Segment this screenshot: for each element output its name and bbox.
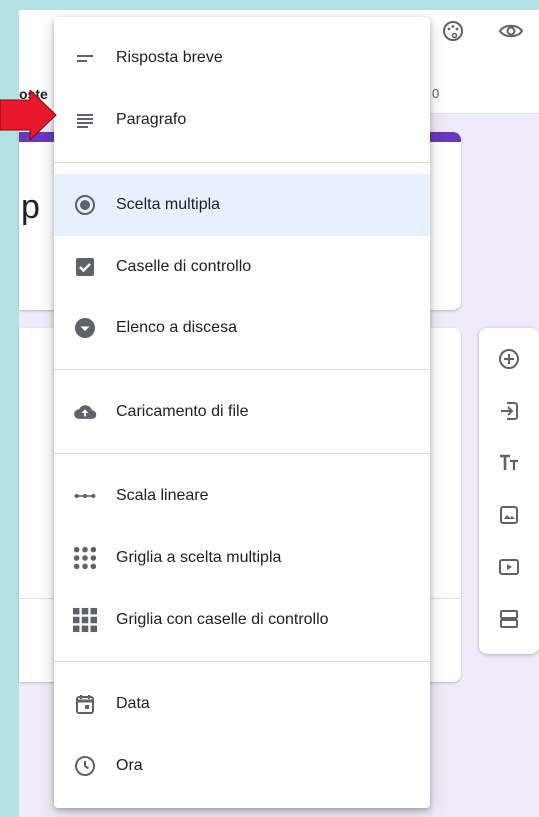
menu-item-label: Scelta multipla: [116, 196, 221, 213]
side-toolbar: [479, 328, 539, 654]
question-type-menu: Risposta breve Paragrafo Scelta multipla…: [54, 17, 430, 808]
add-video-icon[interactable]: [495, 553, 523, 581]
menu-item-checkboxes[interactable]: Caselle di controllo: [54, 236, 430, 298]
menu-item-label: Griglia con caselle di controllo: [116, 611, 329, 628]
form-title[interactable]: p: [21, 188, 40, 227]
add-image-icon[interactable]: [495, 501, 523, 529]
menu-item-label: Caricamento di file: [116, 403, 249, 420]
menu-divider: [54, 162, 430, 163]
menu-divider: [54, 369, 430, 370]
square-grid-icon: [72, 607, 98, 633]
eye-icon[interactable]: [498, 18, 524, 44]
dot-grid-icon: [72, 545, 98, 571]
menu-item-dropdown[interactable]: Elenco a discesa: [54, 297, 430, 359]
paragraph-icon: [72, 107, 98, 133]
menu-item-label: Scala lineare: [116, 487, 209, 504]
menu-item-file-upload[interactable]: Caricamento di file: [54, 381, 430, 443]
menu-item-label: Data: [116, 695, 150, 712]
menu-item-label: Elenco a discesa: [116, 319, 237, 336]
menu-item-time[interactable]: Ora: [54, 735, 430, 797]
clock-icon: [72, 753, 98, 779]
radio-icon: [72, 192, 98, 218]
short-answer-icon: [72, 45, 98, 71]
menu-item-checkbox-grid[interactable]: Griglia con caselle di controllo: [54, 589, 430, 651]
menu-item-multiple-choice-grid[interactable]: Griglia a scelta multipla: [54, 527, 430, 589]
menu-item-linear-scale[interactable]: Scala lineare: [54, 465, 430, 527]
menu-item-multiple-choice[interactable]: Scelta multipla: [54, 174, 430, 236]
red-arrow: [0, 90, 57, 140]
calendar-icon: [72, 691, 98, 717]
menu-item-date[interactable]: Data: [54, 673, 430, 735]
dropdown-icon: [72, 315, 98, 341]
menu-item-label: Paragrafo: [116, 111, 187, 128]
cloud-upload-icon: [72, 399, 98, 425]
menu-divider: [54, 661, 430, 662]
checkbox-icon: [72, 254, 98, 280]
add-question-icon[interactable]: [495, 345, 523, 373]
menu-divider: [54, 453, 430, 454]
menu-item-paragraph[interactable]: Paragrafo: [54, 89, 430, 151]
palette-icon[interactable]: [440, 18, 466, 44]
add-title-icon[interactable]: [495, 449, 523, 477]
menu-item-label: Ora: [116, 757, 143, 774]
menu-item-short-answer[interactable]: Risposta breve: [54, 27, 430, 89]
menu-item-label: Risposta breve: [116, 49, 223, 66]
menu-item-label: Caselle di controllo: [116, 258, 252, 275]
add-section-icon[interactable]: [495, 605, 523, 633]
import-questions-icon[interactable]: [495, 397, 523, 425]
linear-scale-icon: [72, 483, 98, 509]
menu-item-label: Griglia a scelta multipla: [116, 549, 282, 566]
screen: oste nti: 0 p: [0, 0, 539, 817]
